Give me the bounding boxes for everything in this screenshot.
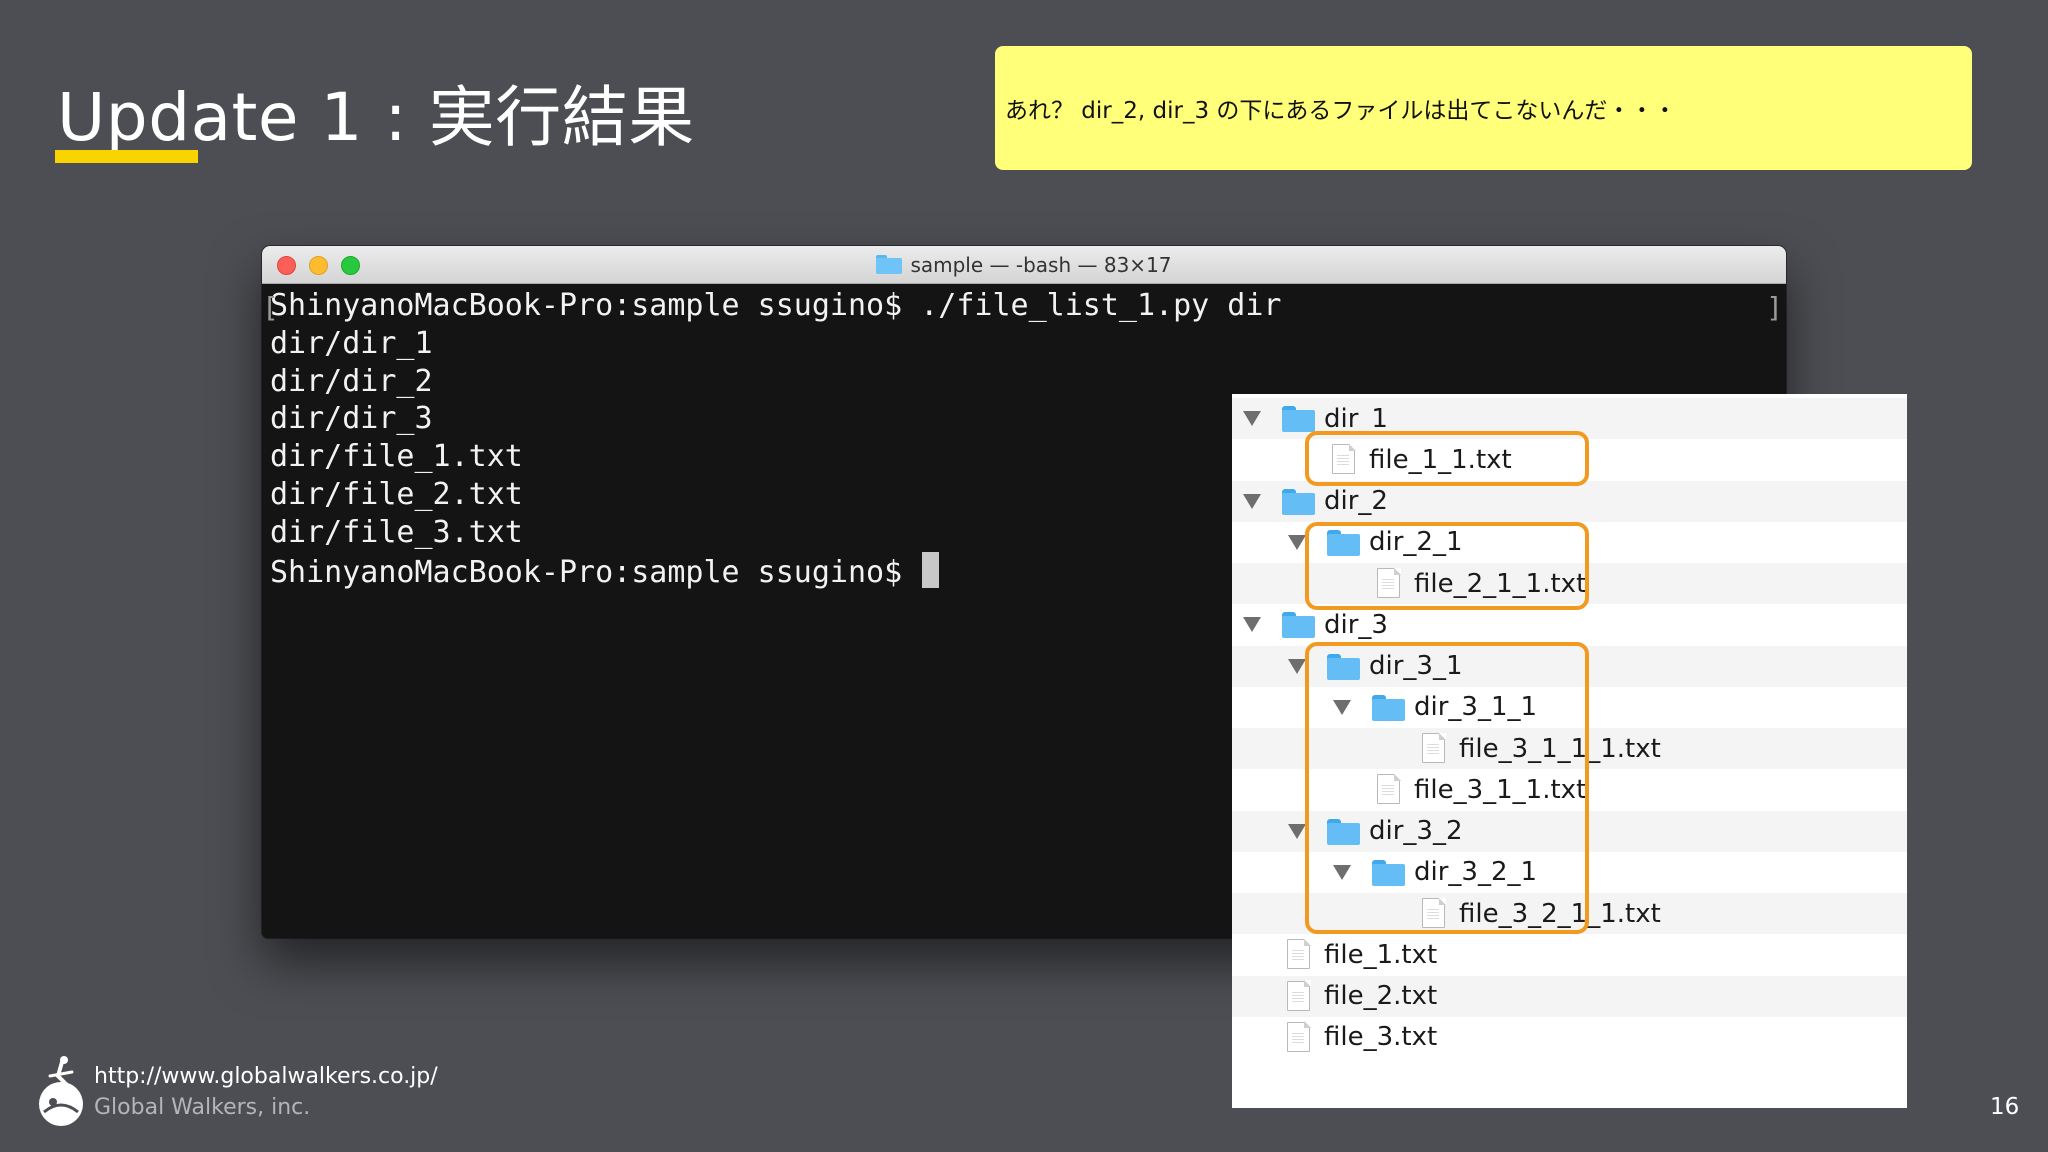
folder-icon [876, 255, 903, 274]
document-icon [1332, 443, 1356, 475]
file-name: file_3.txt [1324, 1022, 1438, 1053]
document-icon [1377, 773, 1401, 805]
folder-icon [1327, 529, 1360, 556]
folder-name: dir_2 [1324, 486, 1388, 516]
disclosure-triangle-icon[interactable] [1288, 658, 1306, 674]
callout-note: あれ？ dir_2, dir_3 の下にあるファイルは出てこないんだ・・・ [995, 46, 1972, 170]
footer-url[interactable]: http://www.globalwalkers.co.jp/ [94, 1064, 438, 1089]
file-row[interactable]: file_3_1_1_1.txt [1232, 728, 1907, 769]
folder-name: dir_3_1 [1369, 651, 1463, 681]
terminal-prompt: ShinyanoMacBook-Pro:sample ssugino$ [270, 554, 921, 590]
file-name: file_1.txt [1324, 939, 1438, 970]
finder-file-list[interactable]: dir_1 file_1_1.txt dir_2 dir_2_1 file_2_1_1.… [1232, 394, 1907, 1108]
folder-icon [1282, 406, 1315, 432]
folder-row[interactable]: dir_3_1 [1232, 645, 1907, 687]
callout-note-text: あれ？ dir_2, dir_3 の下にあるファイルは出てこないんだ・・・ [1005, 98, 1677, 124]
company-logo [39, 1056, 83, 1126]
title-underline [55, 150, 198, 163]
disclosure-triangle-icon[interactable] [1288, 823, 1306, 839]
file-row[interactable]: file_3.txt [1232, 1017, 1907, 1058]
file-name: file_2_1_1.txt [1414, 568, 1587, 599]
scroll-bracket-right: ] [1766, 291, 1783, 324]
file-name: file_3_1_1_1.txt [1459, 733, 1661, 764]
terminal-title-text: sample — -bash — 83×17 [910, 252, 1172, 277]
terminal-title: sample — -bash — 83×17 [876, 252, 1172, 277]
document-icon [1287, 980, 1311, 1011]
folder-row[interactable]: dir_3_2_1 [1232, 852, 1907, 893]
slide-title: Update 1 : 実行結果 [57, 79, 695, 156]
file-name: file_3_1_1.txt [1414, 774, 1587, 805]
folder-name: dir_3_2_1 [1414, 857, 1538, 888]
file-row[interactable]: file_1_1.txt [1232, 439, 1907, 480]
folder-row[interactable]: dir_3_2 [1232, 810, 1907, 852]
terminal-line: dir/dir_1 [270, 325, 433, 361]
file-name: file_2.txt [1324, 981, 1438, 1011]
folder-icon [1282, 488, 1315, 515]
file-name: file_1_1.txt [1369, 444, 1512, 475]
zoom-window-button[interactable] [341, 256, 360, 275]
page-number: 16 [1990, 1094, 2020, 1120]
folder-icon [1327, 818, 1360, 845]
folder-row[interactable]: dir_3 [1232, 604, 1907, 645]
disclosure-triangle-icon[interactable] [1288, 534, 1306, 550]
folder-name: dir_3_1_1 [1414, 692, 1538, 723]
file-name: file_3_2_1_1.txt [1459, 898, 1661, 929]
document-icon [1422, 732, 1446, 763]
folder-row[interactable]: dir_1 [1232, 398, 1907, 439]
disclosure-triangle-icon[interactable] [1243, 617, 1261, 633]
document-icon [1422, 897, 1446, 928]
document-icon [1287, 938, 1311, 970]
folder-row[interactable]: dir_2 [1232, 480, 1907, 522]
folder-name: dir_2_1 [1369, 527, 1463, 558]
folder-row[interactable]: dir_2_1 [1232, 522, 1907, 563]
folder-icon [1372, 859, 1405, 886]
document-icon [1377, 567, 1401, 598]
folder-row[interactable]: dir_3_1_1 [1232, 687, 1907, 728]
file-row[interactable]: file_3_1_1.txt [1232, 769, 1907, 810]
folder-name: dir_3_2 [1369, 816, 1463, 846]
file-row[interactable]: file_2_1_1.txt [1232, 563, 1907, 604]
folder-icon [1282, 612, 1315, 639]
folder-name: dir_3 [1324, 609, 1388, 640]
disclosure-triangle-icon[interactable] [1333, 864, 1351, 880]
document-icon [1287, 1021, 1311, 1052]
window-controls [277, 256, 360, 275]
disclosure-triangle-icon[interactable] [1243, 411, 1261, 426]
minimize-window-button[interactable] [309, 256, 328, 275]
close-window-button[interactable] [277, 256, 296, 275]
terminal-cursor [922, 551, 940, 588]
terminal-line: ShinyanoMacBook-Pro:sample ssugino$ ./fi… [270, 288, 1282, 323]
scroll-bracket-left: [ [262, 291, 279, 324]
footer-company: Global Walkers, inc. [94, 1095, 311, 1120]
folder-icon [1327, 653, 1360, 680]
file-row[interactable]: file_3_2_1_1.txt [1232, 893, 1907, 934]
disclosure-triangle-icon[interactable] [1243, 493, 1261, 509]
folder-name: dir_1 [1324, 403, 1388, 434]
file-row[interactable]: file_1.txt [1232, 934, 1907, 975]
terminal-titlebar[interactable]: sample — -bash — 83×17 [262, 246, 1786, 284]
disclosure-triangle-icon[interactable] [1333, 699, 1351, 715]
file-row[interactable]: file_2.txt [1232, 975, 1907, 1017]
folder-icon [1372, 694, 1405, 721]
